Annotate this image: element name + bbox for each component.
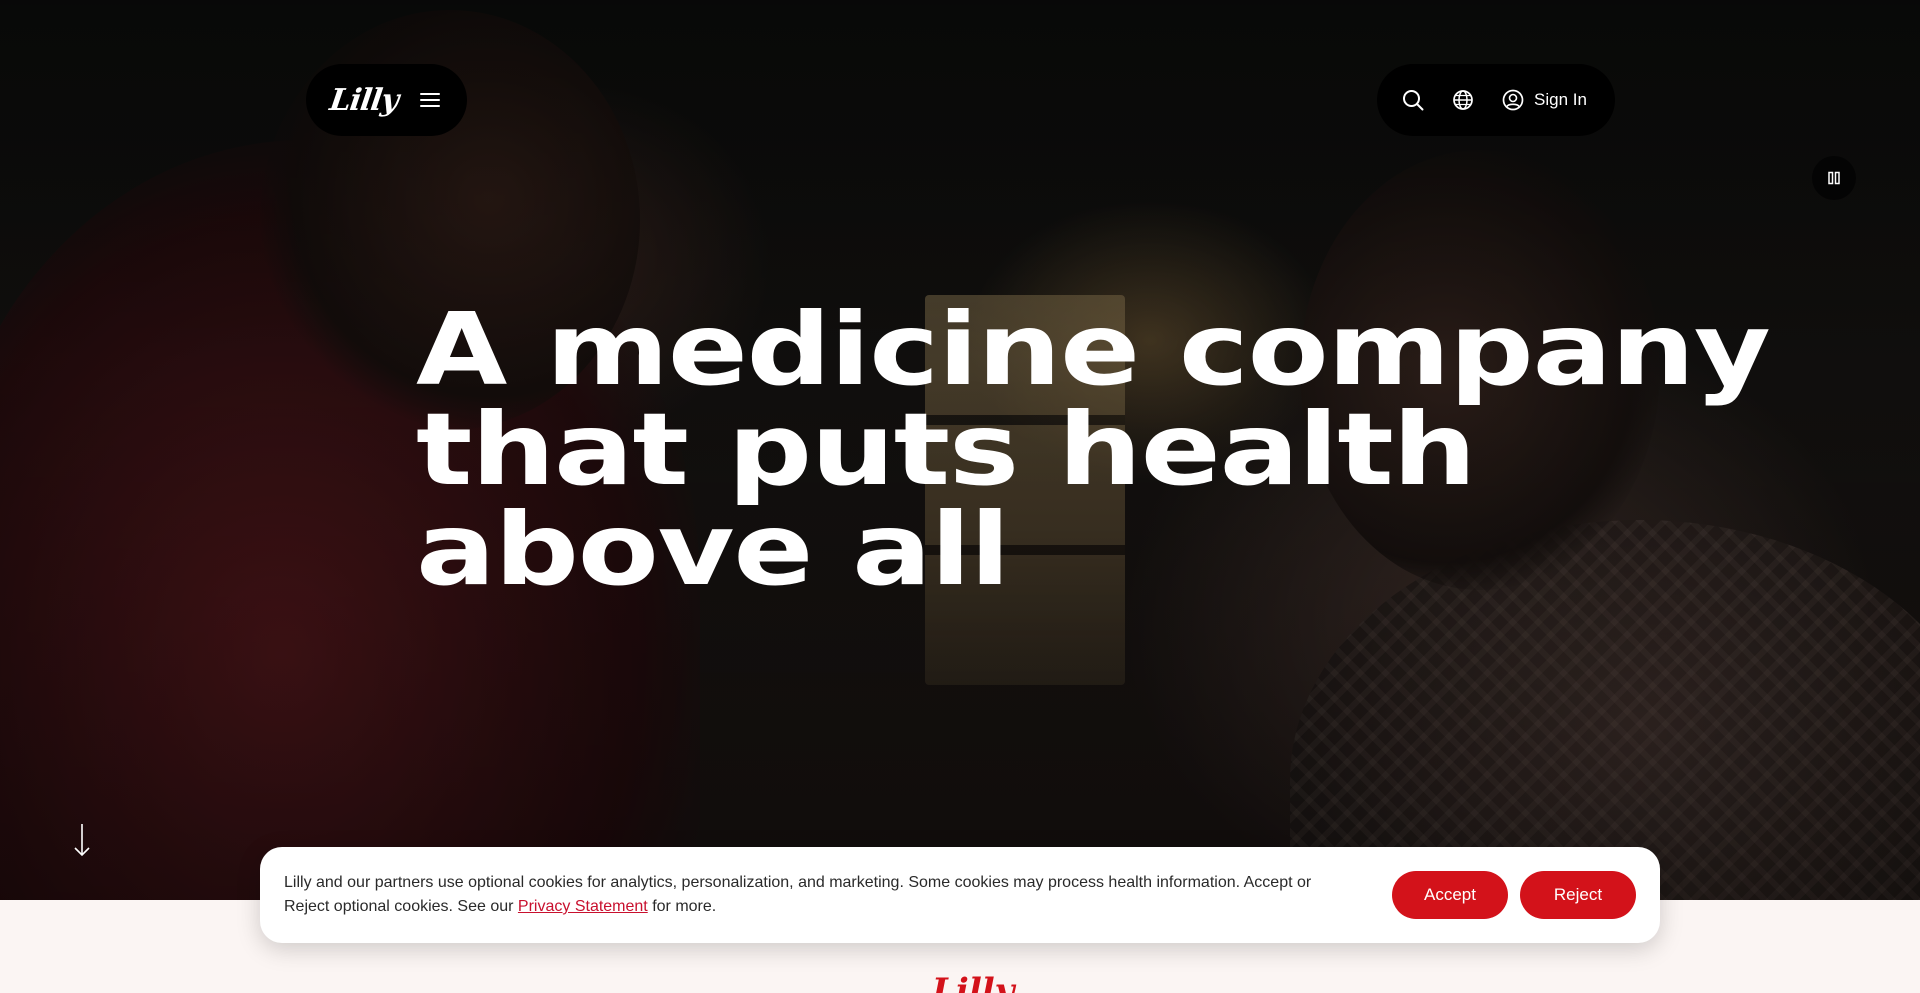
nav-utility-pill: Sign In: [1377, 64, 1615, 136]
cookie-message: Lilly and our partners use optional cook…: [284, 871, 1392, 919]
hero-section: A medicine company that puts health abov…: [0, 0, 1920, 900]
sign-in-button[interactable]: Sign In: [1501, 88, 1587, 112]
lilly-logo[interactable]: Lilly: [328, 83, 401, 118]
privacy-statement-link[interactable]: Privacy Statement: [518, 898, 648, 915]
hero-headline-line-3: above all: [416, 491, 1010, 608]
user-circle-icon: [1501, 88, 1525, 112]
search-icon[interactable]: [1401, 88, 1425, 112]
cookie-text-after-link: for more.: [647, 898, 717, 915]
sign-in-label: Sign In: [1534, 90, 1587, 109]
accept-cookies-button[interactable]: Accept: [1392, 871, 1508, 919]
pause-icon[interactable]: [1812, 156, 1856, 200]
reject-cookies-button[interactable]: Reject: [1520, 871, 1636, 919]
hamburger-icon[interactable]: [419, 92, 440, 108]
hero-headline-line-2: that puts health: [416, 391, 1477, 508]
arrow-down-icon[interactable]: [70, 822, 94, 858]
nav-brand-pill: Lilly: [306, 64, 467, 136]
cookie-text-before-link: Lilly and our partners use optional cook…: [284, 874, 1312, 915]
footer-lilly-logo: Lilly: [932, 971, 1015, 993]
hero-headline-line-1: A medicine company: [416, 291, 1771, 408]
hero-headline: A medicine company that puts health abov…: [416, 300, 1891, 600]
cookie-banner: Lilly and our partners use optional cook…: [260, 847, 1660, 943]
globe-icon[interactable]: [1451, 88, 1475, 112]
